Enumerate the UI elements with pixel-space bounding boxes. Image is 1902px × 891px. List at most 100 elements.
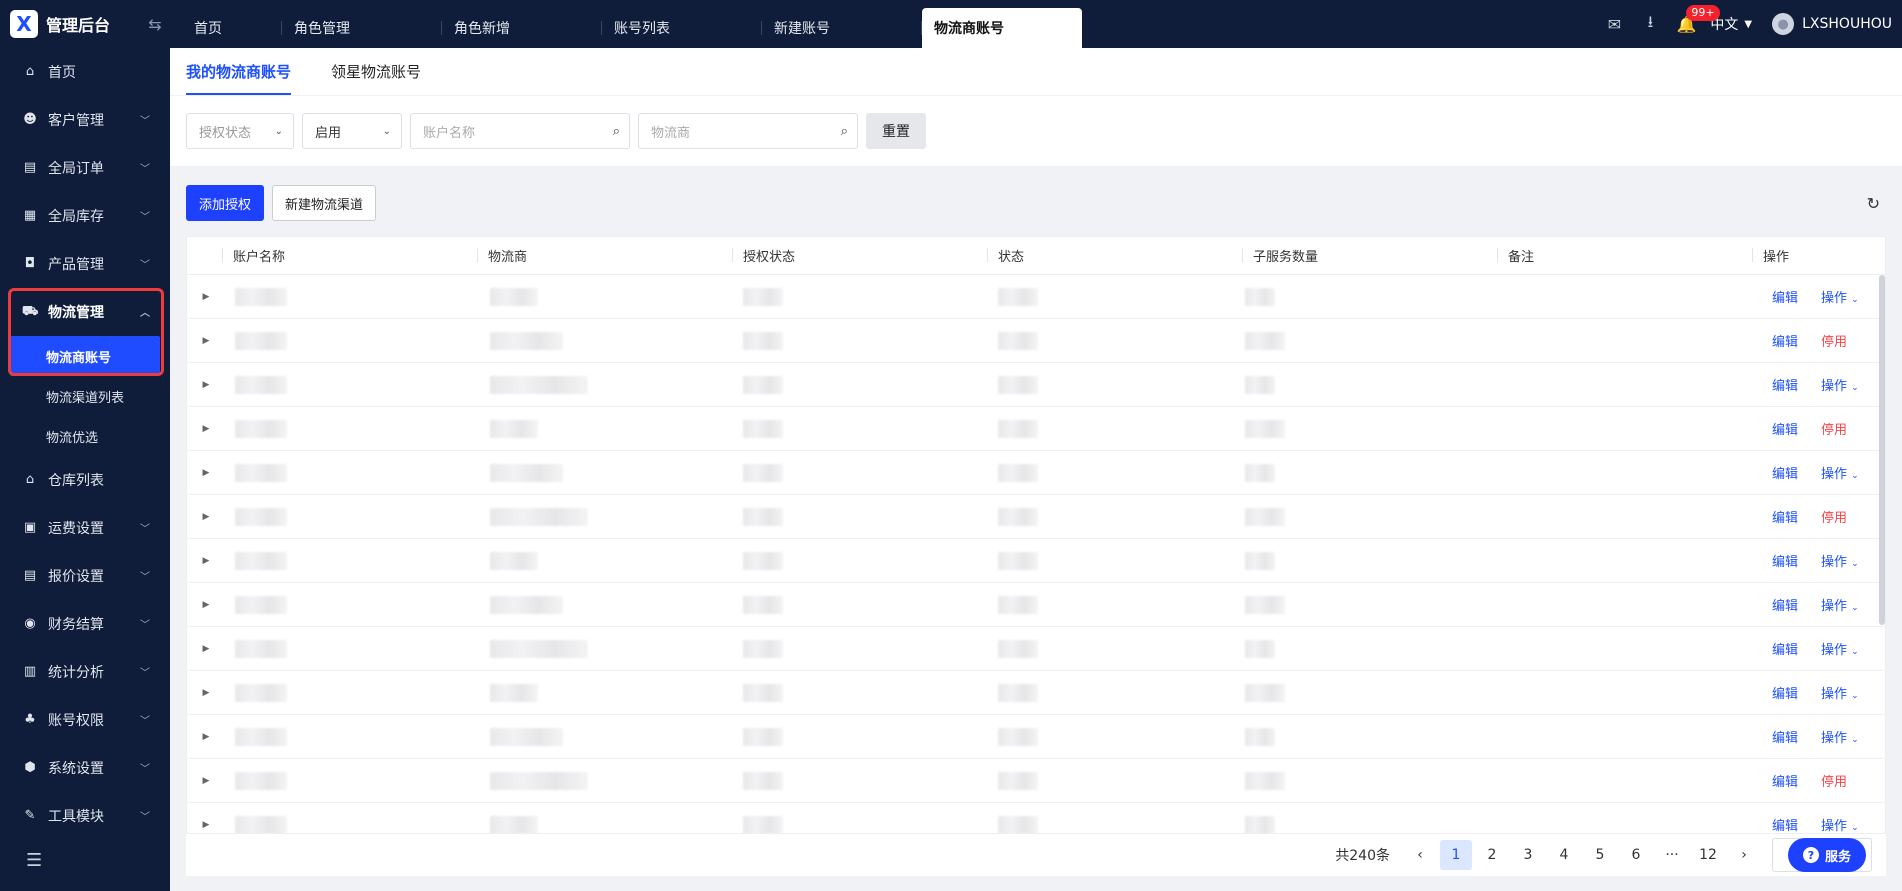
sidebar-item-permissions[interactable]: ♣ 账号权限 ﹀ xyxy=(0,696,170,744)
actions-dropdown[interactable]: 操作 ⌄ xyxy=(1821,595,1859,614)
disable-link[interactable]: 停用 xyxy=(1821,507,1847,526)
tab-home[interactable]: 首页 xyxy=(182,8,282,48)
download-icon[interactable]: ⭳ xyxy=(1632,11,1668,38)
disable-link[interactable]: 停用 xyxy=(1821,331,1847,350)
edit-link[interactable]: 编辑 xyxy=(1772,287,1798,306)
next-page-icon[interactable]: › xyxy=(1728,840,1760,870)
edit-link[interactable]: 编辑 xyxy=(1772,683,1798,702)
expand-row-icon[interactable]: ▶ xyxy=(187,424,225,434)
table-scrollbar[interactable] xyxy=(1879,275,1885,625)
expand-row-icon[interactable]: ▶ xyxy=(187,468,225,478)
logo[interactable]: X 管理后台 xyxy=(0,0,140,48)
swap-icon[interactable]: ⇆ xyxy=(140,15,170,34)
expand-row-icon[interactable]: ▶ xyxy=(187,292,225,302)
page-6[interactable]: 6 xyxy=(1620,840,1652,870)
bell-icon[interactable]: 🔔 99+ xyxy=(1668,4,1720,34)
inbox-icon[interactable]: ✉ xyxy=(1596,15,1632,34)
edit-link[interactable]: 编辑 xyxy=(1772,815,1798,833)
user-menu[interactable]: ● LXSHOUHOU xyxy=(1772,13,1892,35)
page-4[interactable]: 4 xyxy=(1548,840,1580,870)
status-select[interactable]: 启用 ⌄ xyxy=(302,113,402,149)
expand-row-icon[interactable]: ▶ xyxy=(187,820,225,830)
page-3[interactable]: 3 xyxy=(1512,840,1544,870)
refresh-icon[interactable]: ↻ xyxy=(1867,194,1880,213)
actions-dropdown[interactable]: 操作 ⌄ xyxy=(1821,375,1859,394)
sidebar-item-tools[interactable]: ✎ 工具模块 ﹀ xyxy=(0,792,170,840)
edit-link[interactable]: 编辑 xyxy=(1772,463,1798,482)
redacted-cell xyxy=(490,639,588,658)
edit-link[interactable]: 编辑 xyxy=(1772,771,1798,790)
edit-link[interactable]: 编辑 xyxy=(1772,331,1798,350)
collapse-menu-icon[interactable]: ☰ xyxy=(26,850,42,871)
tab-carrier-account[interactable]: 物流商账号 xyxy=(922,8,1082,48)
sidebar-item-warehouses[interactable]: ⌂ 仓库列表 xyxy=(0,456,170,504)
quote-icon: ▤ xyxy=(23,568,37,583)
prev-page-icon[interactable]: ‹ xyxy=(1404,840,1436,870)
expand-row-icon[interactable]: ▶ xyxy=(187,380,225,390)
search-icon[interactable]: ⌕ xyxy=(841,124,848,139)
tab-role-management[interactable]: 角色管理 xyxy=(282,8,442,48)
add-authorization-button[interactable]: 添加授权 xyxy=(186,185,265,221)
redacted-cell xyxy=(235,375,287,394)
sidebar-subitem-channel-list[interactable]: 物流渠道列表 xyxy=(0,376,170,416)
actions-dropdown[interactable]: 操作 ⌄ xyxy=(1821,463,1859,482)
reset-button[interactable]: 重置 xyxy=(866,113,926,149)
sidebar-item-system[interactable]: ⬢ 系统设置 ﹀ xyxy=(0,744,170,792)
expand-row-icon[interactable]: ▶ xyxy=(187,600,225,610)
expand-row-icon[interactable]: ▶ xyxy=(187,336,225,346)
tab-role-add[interactable]: 角色新增 xyxy=(442,8,602,48)
actions-dropdown[interactable]: 操作 ⌄ xyxy=(1821,727,1859,746)
tab-account-list[interactable]: 账号列表 xyxy=(602,8,762,48)
redacted-cell xyxy=(998,683,1038,702)
edit-link[interactable]: 编辑 xyxy=(1772,639,1798,658)
page-1[interactable]: 1 xyxy=(1440,840,1472,870)
expand-row-icon[interactable]: ▶ xyxy=(187,688,225,698)
redacted-cell xyxy=(743,463,783,482)
actions-label: 操作 xyxy=(1821,599,1848,614)
service-button[interactable]: ? 服务 xyxy=(1788,838,1866,872)
tab-new-account[interactable]: 新建账号 xyxy=(762,8,922,48)
sidebar-item-home[interactable]: ⌂ 首页 xyxy=(0,48,170,96)
edit-link[interactable]: 编辑 xyxy=(1772,507,1798,526)
sidebar-item-statistics[interactable]: ▥ 统计分析 ﹀ xyxy=(0,648,170,696)
sidebar-item-products[interactable]: ◘ 产品管理 ﹀ xyxy=(0,240,170,288)
caret-down-icon: ▼ xyxy=(1744,18,1753,30)
sidebar-item-label: 财务结算 xyxy=(48,617,104,633)
sidebar-item-finance[interactable]: ◉ 财务结算 ﹀ xyxy=(0,600,170,648)
search-icon[interactable]: ⌕ xyxy=(613,124,620,139)
edit-link[interactable]: 编辑 xyxy=(1772,595,1798,614)
sidebar-item-inventory[interactable]: ▦ 全局库存 ﹀ xyxy=(0,192,170,240)
edit-link[interactable]: 编辑 xyxy=(1772,727,1798,746)
carrier-input[interactable]: 物流商 ⌕ xyxy=(638,113,858,149)
page-ellipsis[interactable]: ··· xyxy=(1656,840,1688,870)
expand-row-icon[interactable]: ▶ xyxy=(187,732,225,742)
disable-link[interactable]: 停用 xyxy=(1821,419,1847,438)
actions-dropdown[interactable]: 操作 ⌄ xyxy=(1821,683,1859,702)
page-5[interactable]: 5 xyxy=(1584,840,1616,870)
actions-dropdown[interactable]: 操作 ⌄ xyxy=(1821,287,1859,306)
auth-status-select[interactable]: 授权状态 ⌄ xyxy=(186,113,294,149)
sidebar-item-customers[interactable]: ☻ 客户管理 ﹀ xyxy=(0,96,170,144)
expand-row-icon[interactable]: ▶ xyxy=(187,512,225,522)
edit-link[interactable]: 编辑 xyxy=(1772,419,1798,438)
expand-row-icon[interactable]: ▶ xyxy=(187,556,225,566)
actions-dropdown[interactable]: 操作 ⌄ xyxy=(1821,815,1859,833)
expand-row-icon[interactable]: ▶ xyxy=(187,644,225,654)
new-channel-button[interactable]: 新建物流渠道 xyxy=(272,185,377,221)
sidebar-subitem-logistics-optimal[interactable]: 物流优选 xyxy=(0,416,170,456)
account-name-input[interactable]: 账户名称 ⌕ xyxy=(410,113,630,149)
page-2[interactable]: 2 xyxy=(1476,840,1508,870)
subtab-my-carrier-accounts[interactable]: 我的物流商账号 xyxy=(186,47,292,95)
sidebar-item-orders[interactable]: ▤ 全局订单 ﹀ xyxy=(0,144,170,192)
edit-link[interactable]: 编辑 xyxy=(1772,551,1798,570)
inventory-icon: ▦ xyxy=(23,208,37,223)
expand-row-icon[interactable]: ▶ xyxy=(187,776,225,786)
edit-link[interactable]: 编辑 xyxy=(1772,375,1798,394)
page-12[interactable]: 12 xyxy=(1692,840,1724,870)
disable-link[interactable]: 停用 xyxy=(1821,771,1847,790)
sidebar-item-quotes[interactable]: ▤ 报价设置 ﹀ xyxy=(0,552,170,600)
actions-dropdown[interactable]: 操作 ⌄ xyxy=(1821,551,1859,570)
sidebar-item-freight[interactable]: ▣ 运费设置 ﹀ xyxy=(0,504,170,552)
subtab-lingxing-accounts[interactable]: 领星物流账号 xyxy=(331,47,421,95)
actions-dropdown[interactable]: 操作 ⌄ xyxy=(1821,639,1859,658)
